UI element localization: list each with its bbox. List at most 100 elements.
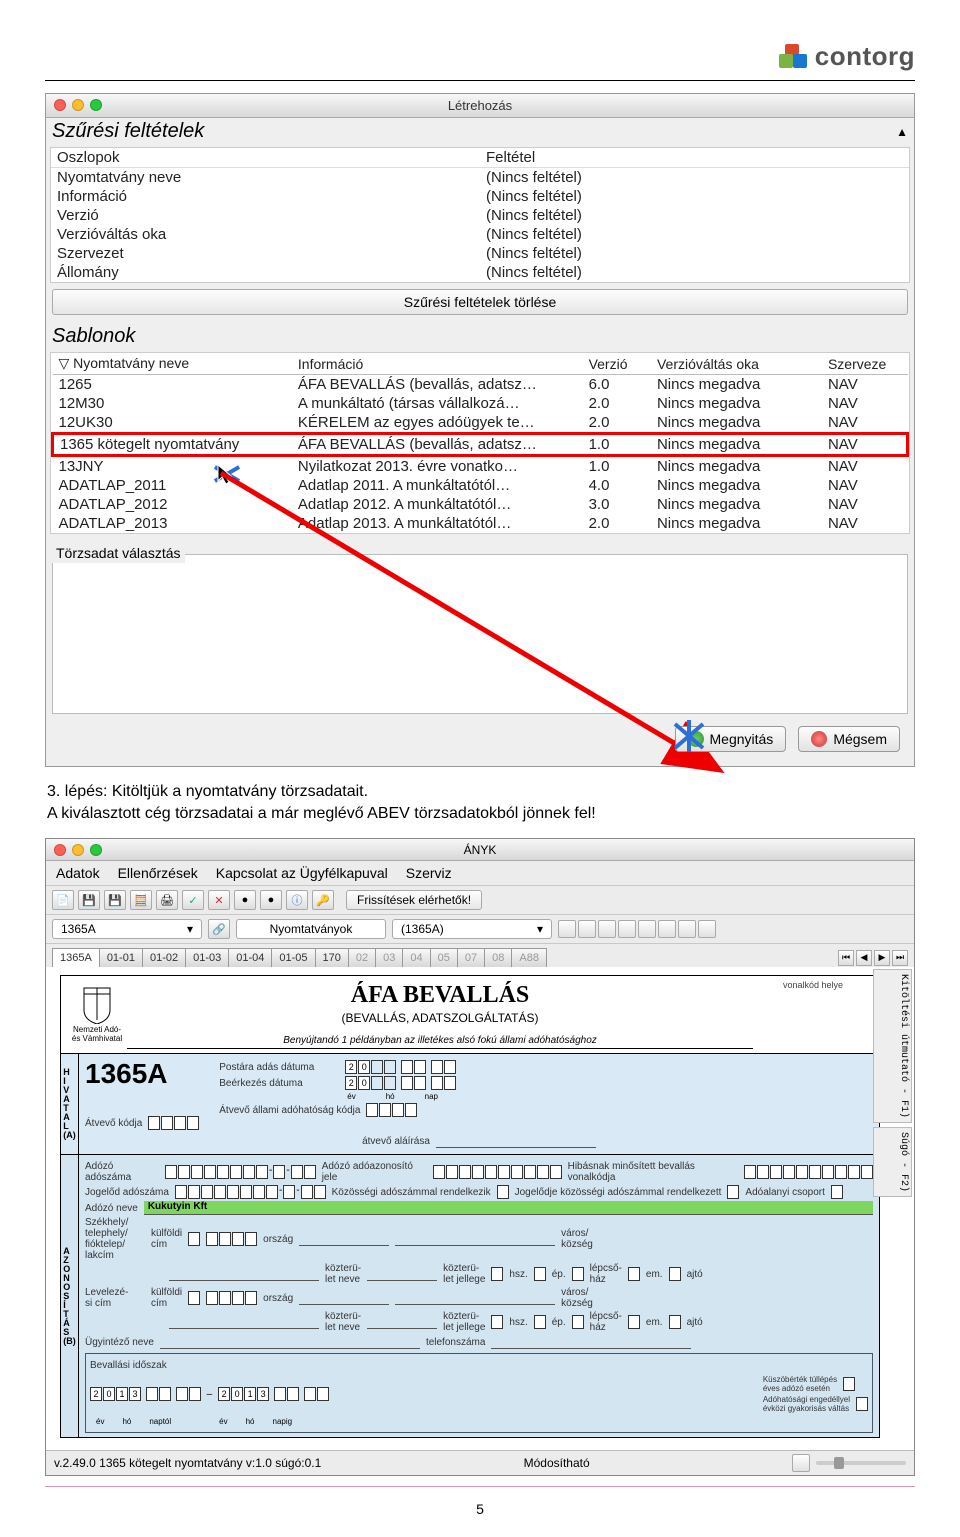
tab-nav-arrow[interactable]: ⏮ xyxy=(838,950,854,966)
atvevo-boxes[interactable] xyxy=(148,1116,199,1130)
templates-header[interactable]: Szerveze xyxy=(822,353,908,375)
ico-8[interactable] xyxy=(698,920,716,938)
zoom-icon[interactable] xyxy=(90,99,102,111)
templates-row[interactable]: 1365 kötegelt nyomtatványÁFA BEVALLÁS (b… xyxy=(53,434,908,456)
date1-boxes[interactable]: 20 xyxy=(345,1060,456,1074)
varos2-field[interactable] xyxy=(395,1291,555,1305)
kulfoldi2-box[interactable] xyxy=(188,1291,200,1305)
jogelod-boxes[interactable]: -- xyxy=(175,1185,326,1199)
from-boxes[interactable]: 2013 xyxy=(90,1387,201,1401)
kulfoldi1-box[interactable] xyxy=(188,1232,200,1246)
tool-save2-icon[interactable]: 💾 xyxy=(104,890,126,910)
filter-section-header[interactable]: Szűrési feltételek ▲ xyxy=(46,118,914,145)
ico-2[interactable] xyxy=(578,920,596,938)
jogelod-koz-box[interactable] xyxy=(727,1185,739,1199)
adozo-szam-boxes[interactable]: -- xyxy=(165,1165,316,1179)
date2-boxes[interactable]: 20 xyxy=(345,1076,456,1090)
form-tab[interactable]: 01-01 xyxy=(99,948,143,967)
templates-header[interactable]: Verzióváltás oka xyxy=(651,353,822,375)
hibas-boxes[interactable] xyxy=(744,1165,873,1179)
templates-row[interactable]: ADATLAP_2012Adatlap 2012. A munkáltatótó… xyxy=(53,495,908,514)
tool-b-icon[interactable]: ● xyxy=(260,890,282,910)
zoom-slider[interactable] xyxy=(792,1454,906,1472)
form-tabs[interactable]: 1365A01-0101-0201-0301-0401-051700203040… xyxy=(46,944,914,967)
tab-nav-arrow[interactable]: ⏭ xyxy=(892,950,908,966)
minimize-icon[interactable] xyxy=(72,844,84,856)
cancel-button[interactable]: Mégsem xyxy=(798,726,900,752)
templates-row[interactable]: 12UK30KÉRELEM az egyes adóügyek te…2.0Ni… xyxy=(53,413,908,434)
zoom-icon[interactable] xyxy=(90,844,102,856)
filter-row[interactable]: Állomány(Nincs feltétel) xyxy=(51,263,909,282)
form-tab[interactable]: A88 xyxy=(511,948,547,967)
tool-a-icon[interactable]: ● xyxy=(234,890,256,910)
templates-row[interactable]: ADATLAP_2011Adatlap 2011. A munkáltatótó… xyxy=(53,476,908,495)
to-boxes[interactable]: 2013 xyxy=(218,1387,329,1401)
tool-new-icon[interactable]: 📄 xyxy=(52,890,74,910)
templates-row[interactable]: ADATLAP_2013Adatlap 2013. A munkáltatótó… xyxy=(53,514,908,533)
tab-nav-arrow[interactable]: ▶ xyxy=(874,950,890,966)
close-icon[interactable] xyxy=(54,99,66,111)
lep2[interactable] xyxy=(572,1315,584,1329)
varos1-field[interactable] xyxy=(395,1232,555,1246)
templates-row[interactable]: 12M30A munkáltató (társas vállalkozá…2.0… xyxy=(53,394,908,413)
ico-6[interactable] xyxy=(658,920,676,938)
minimize-icon[interactable] xyxy=(72,99,84,111)
filter-row[interactable]: Szervezet(Nincs feltétel) xyxy=(51,244,909,263)
form-tab[interactable]: 05 xyxy=(430,948,458,967)
filter-row[interactable]: Nyomtatvány neve(Nincs feltétel) xyxy=(51,168,909,188)
menu-item[interactable]: Kapcsolat az Ügyfélkapuval xyxy=(216,865,388,881)
close-icon[interactable] xyxy=(54,844,66,856)
irsz2[interactable] xyxy=(206,1291,257,1305)
mid-select[interactable]: (1365A)▾ xyxy=(392,919,552,939)
templates-section-header[interactable]: Sablonok xyxy=(46,323,914,350)
tab-nav-arrow[interactable]: ◀ xyxy=(856,950,872,966)
clear-filters-button[interactable]: Szűrési feltételek törlése xyxy=(52,289,908,315)
code-select[interactable]: 1365A▾ xyxy=(52,919,202,939)
kozter1-field[interactable] xyxy=(169,1267,319,1281)
updates-pill[interactable]: Frissítések elérhetők! xyxy=(346,890,482,910)
tool-info-icon[interactable]: ⓘ xyxy=(286,890,308,910)
ico-3[interactable] xyxy=(598,920,616,938)
form-tab[interactable]: 1365A xyxy=(52,948,100,967)
tool-key-icon[interactable]: 🔑 xyxy=(312,890,334,910)
ico-4[interactable] xyxy=(618,920,636,938)
koz-rend-box[interactable] xyxy=(497,1185,509,1199)
torzsadat-listbox[interactable] xyxy=(52,554,908,714)
filter-row[interactable]: Verzió(Nincs feltétel) xyxy=(51,206,909,225)
kuszob-box[interactable] xyxy=(843,1377,855,1391)
adozo-neve-field[interactable]: Kukutyin Kft xyxy=(144,1201,873,1215)
zoom-out-icon[interactable] xyxy=(792,1454,810,1472)
orszag1-field[interactable] xyxy=(299,1232,389,1246)
ajto1[interactable] xyxy=(669,1267,681,1281)
tool-link-icon[interactable]: 🔗 xyxy=(208,919,230,939)
ep1[interactable] xyxy=(534,1267,546,1281)
templates-table[interactable]: ▽ Nyomtatvány neveInformációVerzióVerzió… xyxy=(51,353,909,533)
form-tab[interactable]: 08 xyxy=(484,948,512,967)
filter-row[interactable]: Információ(Nincs feltétel) xyxy=(51,187,909,206)
form-tab[interactable]: 07 xyxy=(457,948,485,967)
menu-item[interactable]: Szerviz xyxy=(406,865,452,881)
tool-print-icon[interactable]: 🖨 xyxy=(156,890,178,910)
side-help-f1[interactable]: Kitöltési útmutató - F1) xyxy=(873,969,912,1123)
em1[interactable] xyxy=(628,1267,640,1281)
menu-item[interactable]: Ellenőrzések xyxy=(118,865,198,881)
kozjel1-field[interactable] xyxy=(367,1267,437,1281)
ajto2[interactable] xyxy=(669,1315,681,1329)
form-tab[interactable]: 02 xyxy=(348,948,376,967)
form-tab[interactable]: 01-05 xyxy=(271,948,315,967)
form-tab[interactable]: 01-02 xyxy=(142,948,186,967)
templates-header[interactable]: ▽ Nyomtatvány neve xyxy=(53,353,292,375)
templates-header[interactable]: Verzió xyxy=(583,353,651,375)
ugyintezo-field[interactable] xyxy=(160,1335,420,1349)
kozjel2-field[interactable] xyxy=(367,1315,437,1329)
form-tab[interactable]: 01-04 xyxy=(228,948,272,967)
atvevo2-boxes[interactable] xyxy=(366,1103,417,1117)
tool-save-icon[interactable]: 💾 xyxy=(78,890,100,910)
form-tab[interactable]: 170 xyxy=(315,948,349,967)
hsz2[interactable] xyxy=(491,1315,503,1329)
csoport-box[interactable] xyxy=(831,1185,843,1199)
templates-row[interactable]: 1265ÁFA BEVALLÁS (bevallás, adatsz…6.0Ni… xyxy=(53,375,908,395)
irsz1[interactable] xyxy=(206,1232,257,1246)
em2[interactable] xyxy=(628,1315,640,1329)
templates-row[interactable]: 13JNYNyilatkozat 2013. évre vonatko…1.0N… xyxy=(53,456,908,477)
